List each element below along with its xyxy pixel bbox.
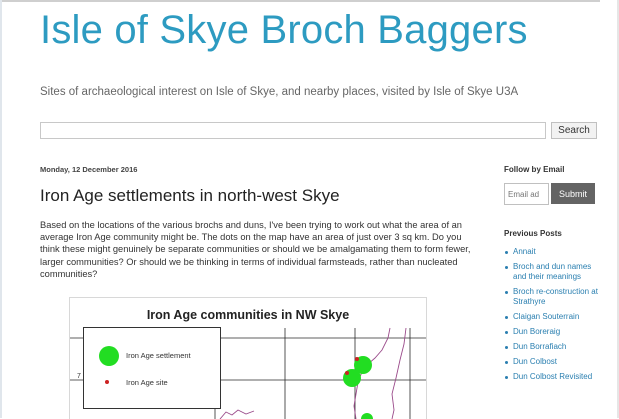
follow-by-email-heading: Follow by Email [504, 165, 565, 174]
submit-button[interactable]: Submit [551, 183, 595, 204]
post-date: Monday, 12 December 2016 [40, 165, 138, 174]
coastline [391, 327, 407, 419]
legend-site-marker [105, 380, 109, 384]
previous-post-link[interactable]: Dun Boreraig [504, 327, 604, 337]
legend-settlement-label: Iron Age settlement [126, 351, 191, 360]
site-dot [355, 357, 359, 361]
map-legend: Iron Age settlement Iron Age site [83, 327, 221, 409]
top-border [0, 0, 600, 2]
email-field[interactable] [504, 183, 549, 205]
previous-post-link[interactable]: Annait [504, 247, 604, 257]
previous-post-link[interactable]: Dun Borrafiach [504, 342, 604, 352]
legend-site-label: Iron Age site [126, 378, 168, 387]
settlement-dot [361, 413, 373, 419]
post-title[interactable]: Iron Age settlements in north-west Skye [40, 186, 340, 206]
map-figure[interactable]: Iron Age communities in NW Skye 7 Iron A… [69, 297, 427, 419]
previous-posts-list: Annait Broch and dun names and their mea… [504, 247, 604, 387]
previous-post-link[interactable]: Dun Colbost [504, 357, 604, 367]
previous-post-link[interactable]: Dun Colbost Revisited [504, 372, 604, 382]
blog-description: Sites of archaeological interest on Isle… [40, 86, 519, 98]
map-title: Iron Age communities in NW Skye [146, 308, 350, 322]
post-body: Based on the locations of the various br… [40, 220, 471, 279]
search-input[interactable] [40, 122, 546, 139]
previous-post-link[interactable]: Broch and dun names and their meanings [504, 262, 604, 282]
blog-title[interactable]: Isle of Skye Broch Baggers [40, 6, 528, 54]
site-dot [345, 371, 349, 375]
legend-settlement-marker [99, 346, 119, 366]
previous-post-link[interactable]: Claigan Souterrain [504, 312, 604, 322]
map-axis-tick: 7 [77, 373, 81, 380]
previous-post-link[interactable]: Broch re-construction at Strathyre [504, 287, 604, 307]
search-button[interactable]: Search [551, 122, 597, 139]
previous-posts-heading: Previous Posts [504, 229, 562, 238]
left-border [0, 0, 2, 418]
